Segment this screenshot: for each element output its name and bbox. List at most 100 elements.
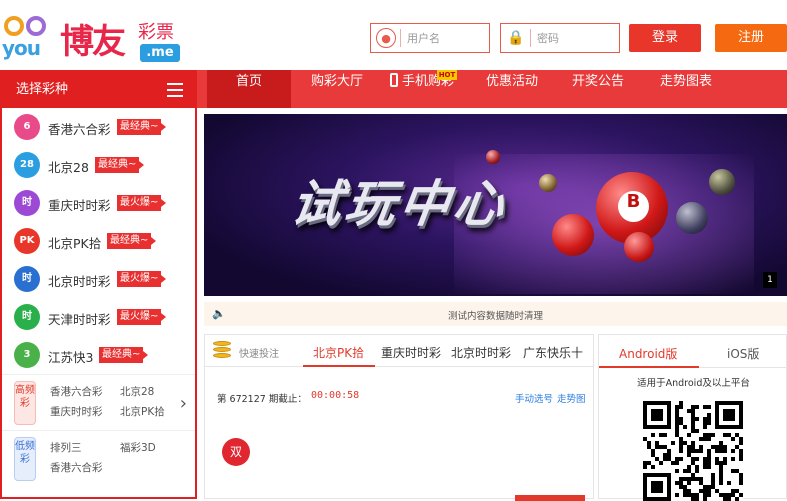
- trend-link[interactable]: 走势图: [557, 391, 586, 405]
- low-freq-tag: 低频彩: [14, 437, 36, 481]
- register-button[interactable]: 注册: [715, 24, 787, 52]
- nav-promotions[interactable]: 优惠活动: [473, 70, 551, 108]
- main-nav: 首页 购彩大厅 手机购彩 HOT 优惠活动 开奖公告 走势图表: [197, 70, 787, 108]
- tab-cqssc[interactable]: 重庆时时彩: [381, 344, 441, 361]
- group-link[interactable]: 北京PK拾: [120, 404, 165, 419]
- game-icon: PK: [14, 228, 40, 254]
- group-link[interactable]: 香港六合彩: [50, 384, 103, 399]
- high-freq-group: 高频彩 香港六合彩 北京28 重庆时时彩 北京PK拾 ›: [2, 374, 195, 430]
- game-name: 天津时时彩: [48, 312, 111, 327]
- app-download-panel: Android版 iOS版 适用于Android及以上平台: [598, 334, 787, 501]
- game-item[interactable]: 时重庆时时彩 最火爆~: [2, 184, 195, 222]
- lottery-sidebar: 选择彩种 6 香港六合彩 最经典~ 28 北京28 最经典~ 时重庆时时彩 最火爆~ PK 北京P…: [0, 70, 197, 499]
- manual-pick-link[interactable]: 手动选号: [515, 391, 553, 405]
- platform-hint: 适用于Android及以上平台: [637, 378, 750, 389]
- nav-trends[interactable]: 走势图表: [647, 70, 725, 108]
- game-icon: 时: [14, 266, 40, 292]
- nav-lottery-hall[interactable]: 购彩大厅: [297, 70, 377, 108]
- logo[interactable]: you 博友 彩票 .me: [2, 10, 184, 65]
- game-badge: 最火爆~: [117, 195, 167, 211]
- hot-badge: HOT: [437, 70, 457, 80]
- slide-indicator[interactable]: 1: [763, 272, 777, 288]
- game-name: 香港六合彩: [48, 122, 111, 137]
- divider: [530, 29, 531, 47]
- quick-bet-panel: 快速投注 北京PK拾 重庆时时彩 北京时时彩 广东快乐十 第 672127 期截…: [204, 334, 594, 501]
- group-link[interactable]: 排列三: [50, 440, 82, 455]
- username-input[interactable]: [407, 28, 485, 48]
- sidebar-header: 选择彩种: [2, 72, 195, 108]
- banner-title: 试玩中心: [287, 175, 512, 233]
- tab-pk10[interactable]: 北京PK拾: [313, 344, 364, 361]
- game-icon: 28: [14, 152, 40, 178]
- group-link[interactable]: 北京28: [120, 384, 154, 399]
- username-field[interactable]: ●: [370, 23, 490, 53]
- game-icon: 时: [14, 190, 40, 216]
- game-item[interactable]: 时天津时时彩 最火爆~: [2, 298, 195, 336]
- ball-graphic: [709, 169, 735, 195]
- group-link[interactable]: 重庆时时彩: [50, 404, 103, 419]
- lock-icon: 🔒: [507, 30, 525, 46]
- logo-you-text: you: [2, 36, 41, 60]
- issue-info: 第 672127 期截止：: [217, 394, 307, 405]
- ball-graphic: [486, 150, 500, 164]
- game-item[interactable]: 28 北京28 最经典~: [2, 146, 195, 184]
- group-link[interactable]: 福彩3D: [120, 440, 156, 455]
- nav-results[interactable]: 开奖公告: [559, 70, 637, 108]
- nav-home[interactable]: 首页: [207, 70, 291, 108]
- game-item[interactable]: 时北京时时彩 最火爆~: [2, 260, 195, 298]
- game-list: 6 香港六合彩 最经典~ 28 北京28 最经典~ 时重庆时时彩 最火爆~ PK 北京PK拾 最经典…: [2, 108, 195, 374]
- menu-icon[interactable]: [167, 83, 183, 97]
- tab-ios[interactable]: iOS版: [727, 345, 759, 362]
- group-link[interactable]: 香港六合彩: [50, 460, 103, 475]
- tab-android[interactable]: Android版: [619, 345, 677, 362]
- ball-graphic: [552, 214, 594, 256]
- game-name: 江苏快3: [48, 350, 94, 365]
- password-field[interactable]: 🔒: [500, 23, 620, 53]
- game-icon: 3: [14, 342, 40, 368]
- header: you 博友 彩票 .me ● 🔒 登录 注册: [0, 0, 787, 70]
- game-icon: 时: [14, 304, 40, 330]
- login-button[interactable]: 登录: [629, 24, 701, 52]
- sidebar-title: 选择彩种: [16, 82, 69, 97]
- active-tab-underline: [303, 365, 375, 367]
- game-badge: 最火爆~: [117, 309, 167, 325]
- banner[interactable]: 试玩中心 B 1: [204, 114, 787, 296]
- result-ball[interactable]: 双: [222, 438, 250, 466]
- game-badge: 最火爆~: [117, 271, 167, 287]
- game-badge: 最经典~: [95, 157, 145, 173]
- notice-bar: 🔈 测试内容数据随时清理: [204, 302, 787, 326]
- game-item[interactable]: 6 香港六合彩 最经典~: [2, 108, 195, 146]
- tab-gdkl10[interactable]: 广东快乐十: [523, 344, 583, 361]
- password-input[interactable]: [537, 28, 615, 48]
- countdown: 00:00:58: [311, 390, 360, 401]
- high-freq-tag: 高频彩: [14, 381, 36, 425]
- logo-ball-icon: [26, 16, 46, 36]
- game-icon: 6: [14, 114, 40, 140]
- game-badge: 最经典~: [99, 347, 149, 363]
- quick-bet-label: 快速投注: [239, 349, 279, 360]
- quick-bet-header: 快速投注 北京PK拾 重庆时时彩 北京时时彩 广东快乐十: [205, 335, 593, 367]
- game-name: 北京PK拾: [48, 236, 102, 251]
- game-name: 北京时时彩: [48, 274, 111, 289]
- logo-domain: .me: [140, 44, 180, 62]
- phone-icon: [389, 73, 398, 87]
- logo-sub-text: 彩票: [138, 22, 174, 43]
- ball-graphic: [539, 174, 557, 192]
- bet-button[interactable]: [515, 495, 585, 501]
- user-icon: ●: [376, 28, 396, 48]
- game-item[interactable]: 3 江苏快3 最经典~: [2, 336, 195, 374]
- game-item[interactable]: PK 北京PK拾 最经典~: [2, 222, 195, 260]
- chevron-right-icon[interactable]: ›: [180, 393, 187, 414]
- coins-icon: [213, 341, 231, 361]
- game-name: 重庆时时彩: [48, 198, 111, 213]
- divider: [400, 29, 401, 47]
- active-tab-underline: [599, 366, 699, 368]
- logo-ball-icon: [4, 16, 24, 36]
- ball-graphic: [676, 202, 708, 234]
- notice-text: 测试内容数据随时清理: [447, 311, 543, 322]
- logo-brand-text: 博友: [60, 22, 126, 62]
- game-badge: 最经典~: [117, 119, 167, 135]
- game-name: 北京28: [48, 160, 89, 175]
- tab-bjssc[interactable]: 北京时时彩: [451, 344, 511, 361]
- ball-graphic: [624, 232, 654, 262]
